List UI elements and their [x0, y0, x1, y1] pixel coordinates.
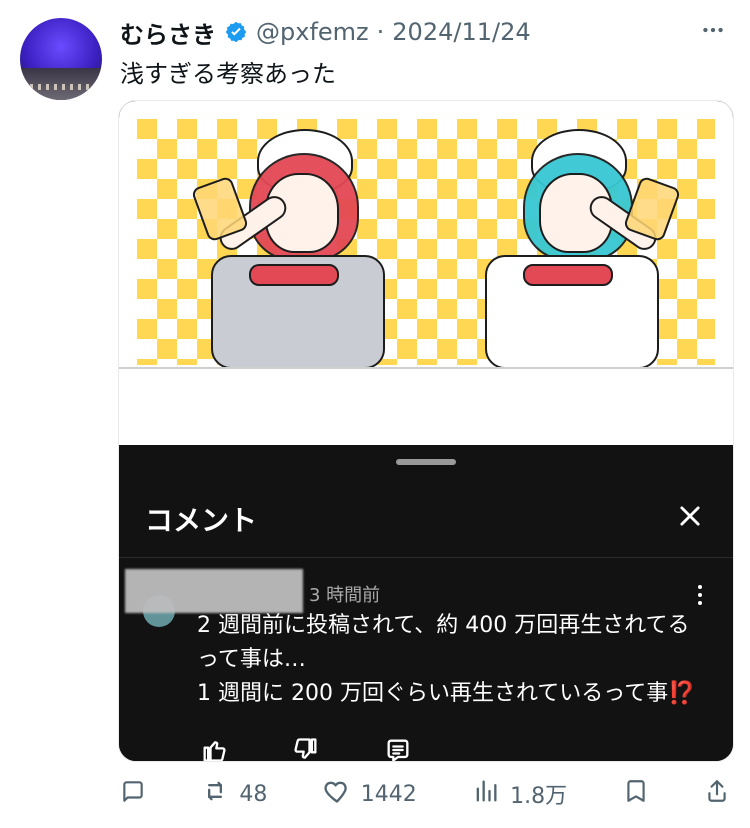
tweet-card: むらさき @pxfemz · 2024/11/24 浅すぎる考察あった コメント… [0, 0, 750, 828]
tweet-actions: 48 1442 1.8万 [120, 774, 730, 814]
close-icon[interactable] [673, 499, 707, 533]
share-icon [704, 778, 730, 810]
comment-time: 3 時間前 [309, 585, 381, 606]
more-dots-icon[interactable] [700, 17, 730, 47]
media-card[interactable]: コメント 3 時間前 2 週間前に投稿されて、約 400 万回再生されてる って… [118, 100, 734, 762]
avatar[interactable] [20, 18, 102, 100]
artwork [119, 101, 733, 445]
thumbs-down-icon[interactable] [289, 733, 323, 761]
avatar-building [20, 68, 102, 100]
divider [119, 557, 733, 558]
counter-surface [119, 367, 733, 445]
like-action[interactable]: 1442 [323, 777, 417, 811]
comment-text: 2 週間前に投稿されて、約 400 万回再生されてる って事は… 1 週間に 2… [197, 613, 696, 706]
heart-icon [323, 777, 351, 811]
retweet-action[interactable]: 48 [201, 777, 267, 811]
comment-actions [197, 733, 415, 761]
thumbs-up-icon[interactable] [197, 733, 231, 761]
reply-action[interactable] [120, 778, 146, 810]
coat-trim [249, 264, 339, 286]
separator-dot: · [376, 18, 385, 46]
verified-badge-icon [224, 20, 248, 44]
tweet-header: むらさき @pxfemz · 2024/11/24 [120, 15, 730, 50]
retweet-count: 48 [239, 781, 268, 807]
reply-box-icon[interactable] [381, 733, 415, 761]
redacted-username [125, 569, 303, 613]
coat-trim [523, 264, 613, 286]
views-count: 1.8万 [510, 784, 568, 809]
comments-panel: コメント 3 時間前 2 週間前に投稿されて、約 400 万回再生されてる って… [119, 445, 733, 761]
bookmark-action[interactable] [623, 778, 649, 810]
kebab-icon[interactable] [697, 583, 703, 607]
comment-item: 3 時間前 2 週間前に投稿されて、約 400 万回再生されてる って事は… 1… [119, 565, 733, 761]
reply-bubble-icon [120, 778, 146, 810]
panel-title: コメント [145, 504, 258, 537]
tweet-text: 浅すぎる考察あった [120, 60, 336, 88]
author-name[interactable]: むらさき [120, 15, 216, 50]
bookmark-icon [623, 778, 649, 810]
share-action[interactable] [704, 778, 730, 810]
views-icon [472, 777, 500, 811]
drag-handle[interactable] [396, 459, 456, 465]
post-date[interactable]: 2024/11/24 [392, 18, 530, 46]
views-action[interactable]: 1.8万 [472, 777, 567, 811]
like-count: 1442 [360, 781, 417, 807]
retweet-icon [201, 777, 229, 811]
author-handle[interactable]: @pxfemz [256, 18, 369, 46]
